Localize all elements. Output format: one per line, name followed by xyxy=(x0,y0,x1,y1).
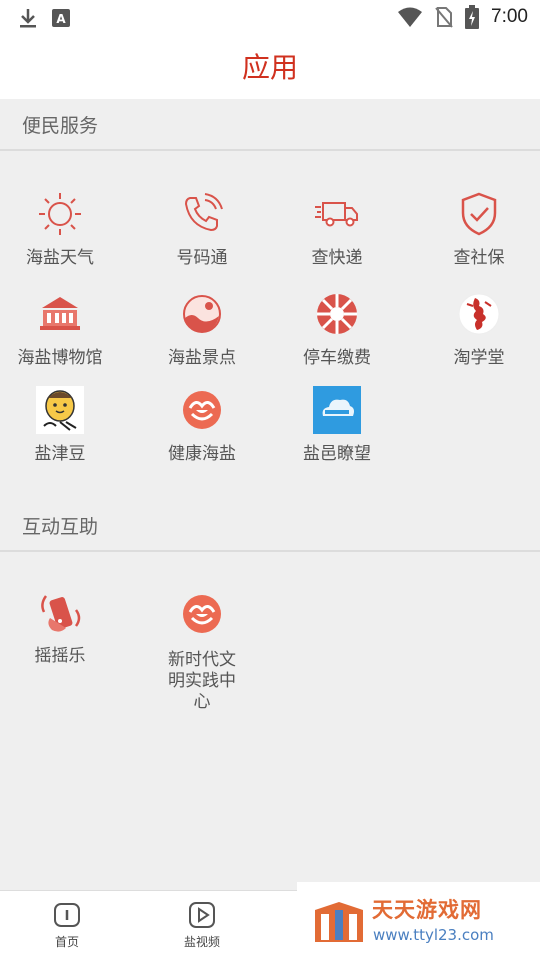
keyboard-a-icon: A xyxy=(52,9,70,27)
title-bar: 应用 xyxy=(0,36,540,99)
section-title: 互动互助 xyxy=(22,516,99,538)
app-item-label: 海盐景点 xyxy=(168,348,236,368)
app-item-phone[interactable]: 号码通 xyxy=(142,190,262,269)
bean-mascot-icon xyxy=(36,386,84,434)
app-item-scenery[interactable]: 海盐景点 xyxy=(142,290,262,369)
app-item-yanyi-watch[interactable]: 盐邑瞭望 xyxy=(277,386,397,465)
sun-icon xyxy=(39,193,81,235)
app-item-label: 盐邑瞭望 xyxy=(303,444,371,464)
section-header-convenience: 便民服务 xyxy=(0,99,540,151)
tab-home[interactable]: 首页 xyxy=(27,901,107,950)
watermark-text: 天天游戏网 xyxy=(372,898,482,922)
cloud-app-icon xyxy=(313,386,361,434)
play-icon xyxy=(189,902,215,928)
phone-icon xyxy=(184,193,223,232)
bottom-nav: 首页 盐视频 xyxy=(0,890,300,960)
wifi-icon xyxy=(398,7,423,27)
dancer-icon xyxy=(458,293,500,335)
app-item-social-security[interactable]: 查社保 xyxy=(419,190,539,269)
app-item-yanjindou[interactable]: 盐津豆 xyxy=(0,386,120,465)
app-item-label: 停车缴费 xyxy=(303,348,371,368)
tab-label: 首页 xyxy=(54,935,79,949)
app-item-shake[interactable]: 摇摇乐 xyxy=(0,588,120,667)
watermark-logo-icon xyxy=(315,902,363,942)
app-item-label: 号码通 xyxy=(176,248,228,268)
app-item-label: 海盐博物馆 xyxy=(17,348,103,368)
home-info-icon xyxy=(54,903,80,927)
app-item-label: 新时代文明实践中心 xyxy=(168,650,236,712)
download-icon xyxy=(20,9,36,28)
app-item-label: 盐津豆 xyxy=(34,444,86,464)
museum-icon xyxy=(40,297,80,330)
page-title: 应用 xyxy=(241,51,298,84)
app-item-label: 查快递 xyxy=(311,248,363,268)
health-icon xyxy=(183,391,221,429)
app-item-label: 摇摇乐 xyxy=(34,646,86,666)
battery-charging-icon xyxy=(465,5,480,29)
app-item-parking[interactable]: 停车缴费 xyxy=(277,290,397,369)
app-item-express[interactable]: 查快递 xyxy=(277,190,397,269)
app-item-label: 海盐天气 xyxy=(26,248,94,268)
app-item-tao-school[interactable]: 淘学堂 xyxy=(419,290,539,369)
tab-label: 盐视频 xyxy=(183,935,220,949)
no-sim-icon xyxy=(435,7,453,28)
app-item-weather[interactable]: 海盐天气 xyxy=(0,190,120,269)
app-item-healthy-haiyan[interactable]: 健康海盐 xyxy=(142,386,262,465)
app-item-civilization-center[interactable]: 新时代文明实践中心 xyxy=(142,592,262,713)
app-item-label: 健康海盐 xyxy=(168,444,236,464)
watermark: 天天游戏网 www.ttyl23.com xyxy=(297,882,540,960)
watermark-url: www.ttyl23.com xyxy=(373,926,494,944)
section-header-interaction: 互动互助 xyxy=(0,500,540,552)
svg-text:A: A xyxy=(56,12,66,26)
truck-icon xyxy=(315,202,358,227)
tab-video[interactable]: 盐视频 xyxy=(162,901,242,950)
shake-phone-icon xyxy=(41,595,81,632)
scenery-icon xyxy=(183,295,221,333)
section-title: 便民服务 xyxy=(22,115,99,137)
app-item-label: 淘学堂 xyxy=(453,348,505,368)
app-item-museum[interactable]: 海盐博物馆 xyxy=(0,290,120,369)
shield-check-icon xyxy=(461,192,497,236)
status-time: 7:00 xyxy=(491,6,528,27)
civilization-icon xyxy=(183,595,221,633)
status-bar: A 7:00 xyxy=(0,0,540,36)
wheel-icon xyxy=(317,294,357,334)
app-item-label: 查社保 xyxy=(453,248,505,268)
